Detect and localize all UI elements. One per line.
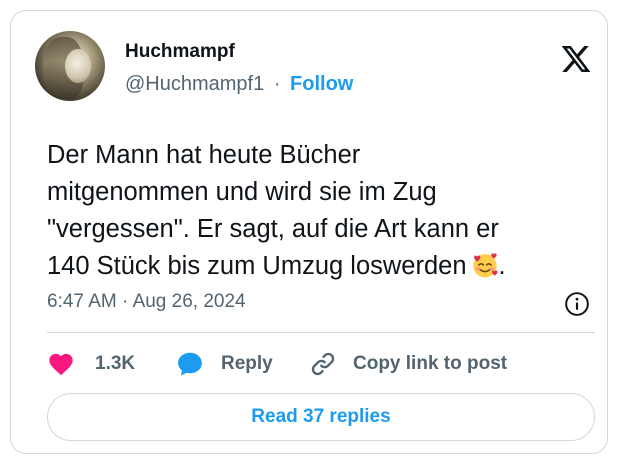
tweet-card: Huchmampf @Huchmampf1 · Follow Der Mann … <box>10 10 608 454</box>
read-replies-button[interactable]: Read 37 replies <box>47 393 595 441</box>
author-display-name[interactable]: Huchmampf <box>125 41 235 63</box>
tweet-line: 140 Stück bis zum Umzug loswerden <box>47 252 467 280</box>
meta-separator: · <box>122 291 129 312</box>
tweet-line-last: 140 Stück bis zum Umzug loswerden . <box>47 248 607 285</box>
copy-link-label: Copy link to post <box>353 353 508 374</box>
avatar[interactable] <box>35 31 105 101</box>
follow-button[interactable]: Follow <box>290 73 353 95</box>
link-icon <box>311 352 335 376</box>
tweet-trailing-punct: . <box>498 252 506 280</box>
tweet-line: "vergessen". Er sagt, auf die Art kann e… <box>47 215 499 243</box>
divider <box>47 332 595 333</box>
tweet-timestamp[interactable]: 6:47 AM · Aug 26, 2024 <box>47 291 246 313</box>
author-handle[interactable]: @Huchmampf1 <box>125 73 264 95</box>
copy-link-button[interactable]: Copy link to post <box>309 349 507 379</box>
tweet-time: 6:47 AM <box>47 291 117 312</box>
info-icon[interactable] <box>564 291 590 317</box>
author-handle-row: @Huchmampf1 · Follow <box>125 73 353 96</box>
heart-icon <box>49 353 73 376</box>
like-button[interactable]: 1.3K <box>47 349 135 379</box>
reply-bubble-icon <box>178 352 202 376</box>
tweet-date: Aug 26, 2024 <box>132 291 246 312</box>
handle-separator: · <box>273 73 281 95</box>
reply-label: Reply <box>221 353 273 374</box>
like-count: 1.3K <box>95 353 136 374</box>
tweet-text: Der Mann hat heute Bücher mitgenommen un… <box>47 137 607 285</box>
smiling-face-with-hearts-icon <box>472 253 497 278</box>
x-logo-icon[interactable] <box>559 43 593 75</box>
action-bar: 1.3K Reply Copy link to post <box>47 349 595 379</box>
tweet-line: Der Mann hat heute Bücher <box>47 141 361 169</box>
reply-button[interactable]: Reply <box>175 349 273 379</box>
tweet-line: mitgenommen und wird sie im Zug <box>47 178 437 206</box>
